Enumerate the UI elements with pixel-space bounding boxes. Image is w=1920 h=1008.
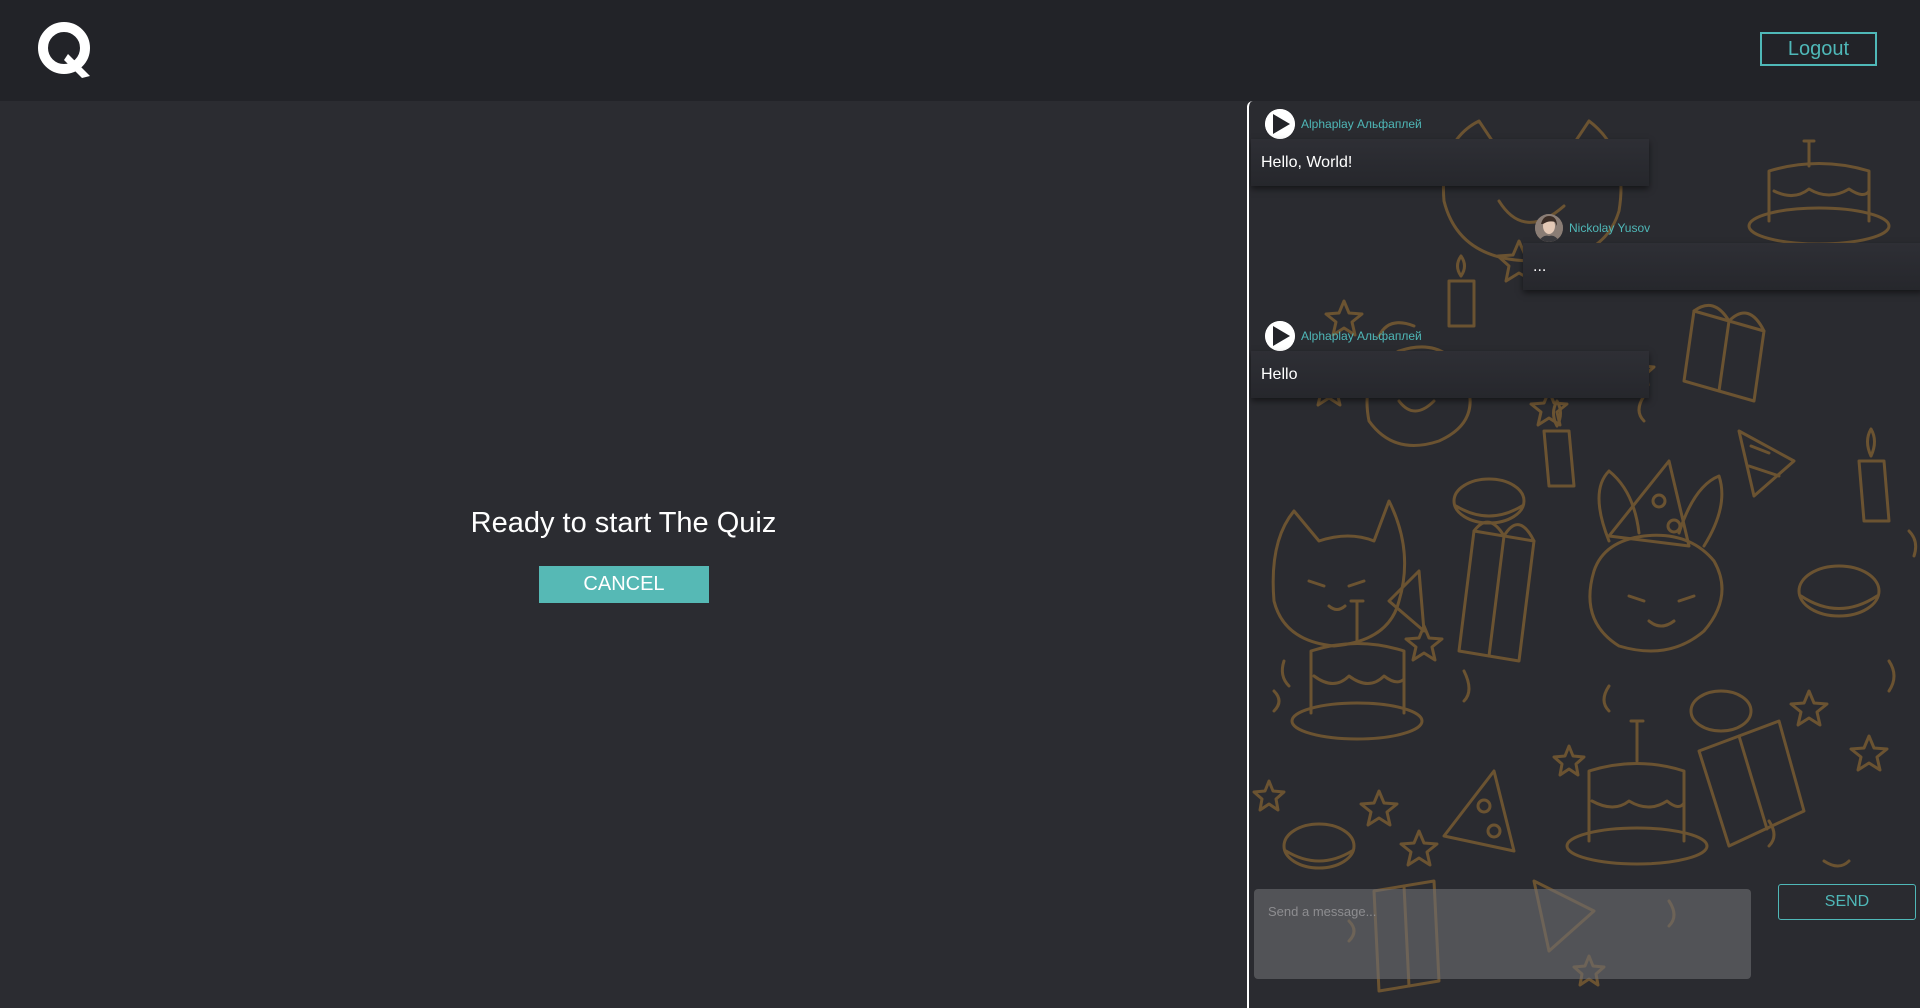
message-header: Nickolay Yusov [1535, 214, 1650, 242]
alphaplay-logo-icon[interactable] [1265, 109, 1295, 139]
top-header: Logout [0, 0, 1920, 101]
message-header: Alphaplay Альфаплей [1265, 109, 1422, 139]
message-header: Alphaplay Альфаплей [1265, 321, 1422, 351]
cake-doodle-icon [1290, 599, 1424, 741]
ready-title: Ready to start The Quiz [470, 507, 777, 539]
macaron-doodle-icon [1689, 689, 1753, 733]
message-author: Alphaplay Альфаплей [1301, 329, 1422, 343]
send-button[interactable]: SEND [1778, 884, 1916, 920]
message-author: Nickolay Yusov [1569, 221, 1651, 235]
user-photo-avatar[interactable] [1535, 214, 1563, 242]
gift-doodle-icon [1682, 303, 1766, 403]
alphaplay-logo-icon[interactable] [1265, 321, 1295, 351]
cat-doodle-icon [1271, 499, 1426, 648]
cake-doodle-icon [1565, 719, 1709, 866]
bunny-doodle-icon [1588, 469, 1724, 653]
macaron-doodle-icon [1282, 822, 1356, 870]
candle-doodle-icon [1447, 254, 1476, 328]
message-text: Hello, World! [1261, 153, 1353, 171]
logout-button[interactable]: Logout [1760, 32, 1877, 66]
cancel-button[interactable]: CANCEL [539, 566, 709, 603]
candle-doodle-icon [1542, 399, 1576, 488]
quiz-logo-icon[interactable] [38, 22, 98, 80]
macaron-doodle-icon [1452, 477, 1526, 525]
cake-doodle-icon [1747, 139, 1891, 246]
pizza-doodle-icon [1442, 769, 1516, 853]
message-bubble: Hello [1251, 351, 1649, 398]
quiz-main-area: Ready to start The Quiz CANCEL [0, 101, 1247, 1008]
gift-doodle-icon [1697, 719, 1806, 848]
gift-doodle-icon [1457, 520, 1536, 663]
party-hat-doodle-icon [1737, 429, 1796, 498]
message-text: Hello [1261, 365, 1298, 383]
message-input[interactable]: Send a message... [1254, 889, 1751, 979]
message-bubble: Hello, World! [1251, 139, 1649, 186]
message-bubble: ... [1523, 243, 1920, 290]
pizza-doodle-icon [1607, 459, 1691, 548]
message-author: Alphaplay Альфаплей [1301, 117, 1422, 131]
message-text: ... [1533, 257, 1547, 275]
macaron-doodle-icon [1797, 564, 1881, 618]
chat-panel: Alphaplay Альфаплей Hello, World! Nickol… [1247, 101, 1920, 1008]
candle-doodle-icon [1857, 427, 1891, 523]
